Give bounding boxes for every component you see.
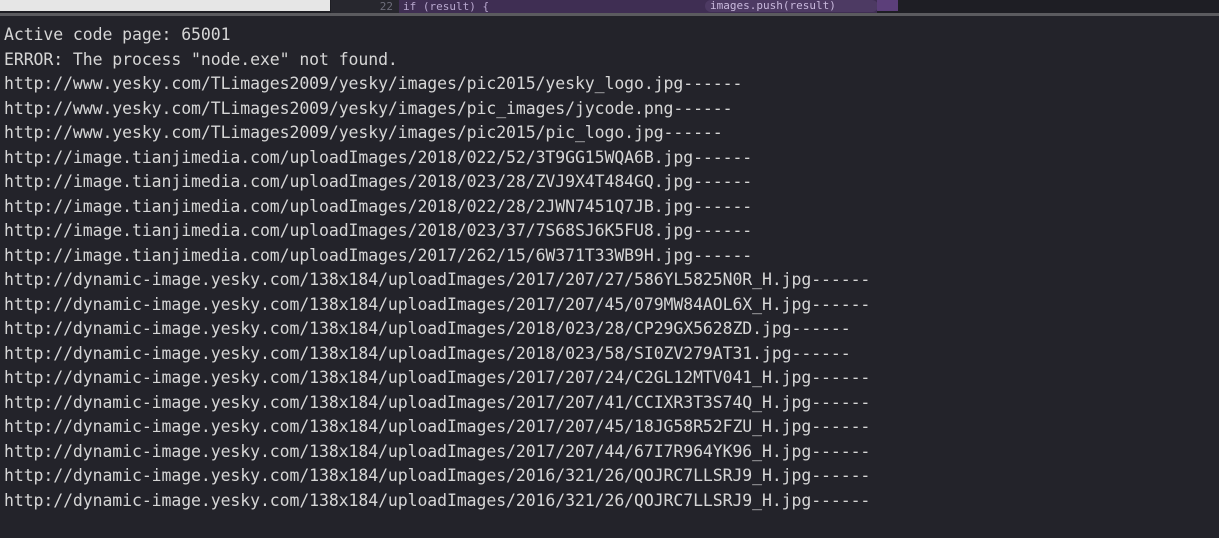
terminal-line: http://dynamic-image.yesky.com/138x184/u… <box>4 294 871 314</box>
terminal-line: http://dynamic-image.yesky.com/138x184/u… <box>4 466 871 485</box>
terminal-window: 22 if (result) { images.push(result) Act… <box>0 0 1219 538</box>
terminal-line: http://image.tianjimedia.com/uploadImage… <box>4 172 753 191</box>
terminal-line: http://www.yesky.com/TLimages2009/yesky/… <box>4 123 723 142</box>
editor-sliver-highlight-pill[interactable]: images.push(result) <box>705 0 878 12</box>
terminal-line: http://dynamic-image.yesky.com/138x184/u… <box>4 441 871 461</box>
terminal-line: http://dynamic-image.yesky.com/138x184/u… <box>4 490 871 510</box>
terminal-line: http://dynamic-image.yesky.com/138x184/u… <box>4 270 871 289</box>
editor-sliver-line-number: 22 <box>331 0 399 13</box>
editor-sliver-clipped[interactable]: 22 if (result) { images.push(result) <box>0 0 1219 13</box>
terminal-line: http://image.tianjimedia.com/uploadImage… <box>4 196 753 216</box>
terminal-line: http://dynamic-image.yesky.com/138x184/u… <box>4 368 871 387</box>
terminal-line: http://dynamic-image.yesky.com/138x184/u… <box>4 392 871 412</box>
terminal-line: http://www.yesky.com/TLimages2009/yesky/… <box>4 98 733 118</box>
terminal-line: Active code page: 65001 <box>4 25 231 44</box>
terminal-line: http://dynamic-image.yesky.com/138x184/u… <box>4 343 851 363</box>
editor-sliver-minimap-chip <box>877 0 898 11</box>
terminal-line: http://image.tianjimedia.com/uploadImage… <box>4 245 753 265</box>
editor-sliver-right-area <box>877 0 1219 13</box>
terminal-line: http://www.yesky.com/TLimages2009/yesky/… <box>4 74 743 93</box>
terminal-line: ERROR: The process "node.exe" not found. <box>4 49 398 69</box>
terminal-line: http://dynamic-image.yesky.com/138x184/u… <box>4 417 871 436</box>
terminal-line: http://dynamic-image.yesky.com/138x184/u… <box>4 319 851 338</box>
terminal-output[interactable]: Active code page: 65001 ERROR: The proces… <box>0 16 1219 538</box>
terminal-line: http://image.tianjimedia.com/uploadImage… <box>4 221 753 240</box>
terminal-line: http://image.tianjimedia.com/uploadImage… <box>4 147 753 167</box>
editor-sliver-left-gutter <box>0 0 330 11</box>
